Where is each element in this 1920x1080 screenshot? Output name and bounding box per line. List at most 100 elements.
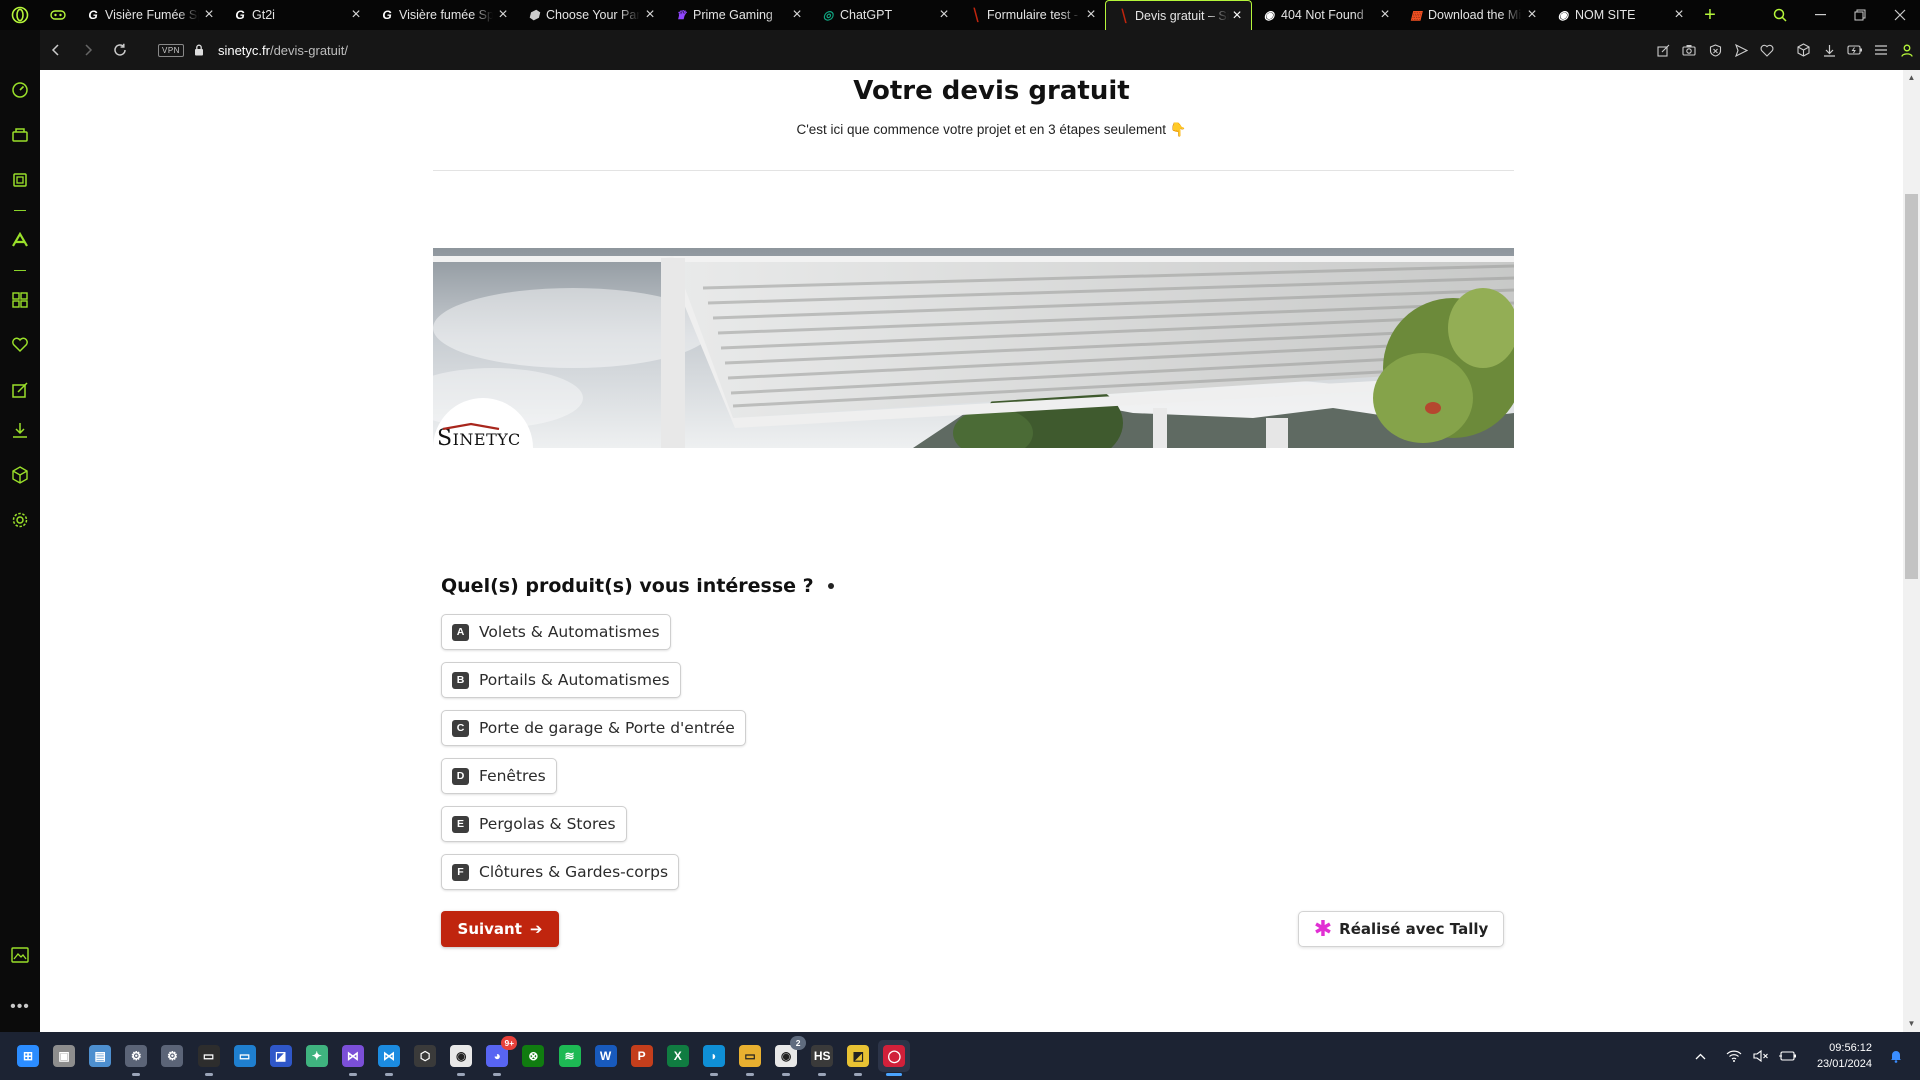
browser-tab[interactable]: ◎ ChatGPT × xyxy=(811,0,958,30)
back-button[interactable] xyxy=(40,34,72,66)
scroll-up-arrow[interactable]: ▲ xyxy=(1903,70,1920,86)
page-scrollbar[interactable]: ▲ ▼ xyxy=(1903,70,1920,1032)
tab-close-icon[interactable]: × xyxy=(1671,7,1687,23)
wallpaper-icon[interactable] xyxy=(0,940,40,970)
photos-icon[interactable]: ▤ xyxy=(84,1040,116,1072)
close-window-button[interactable] xyxy=(1880,0,1920,30)
word-icon[interactable]: W xyxy=(590,1040,622,1072)
bookmark-heart-icon[interactable] xyxy=(1754,30,1780,70)
chrome-icon[interactable]: ◉ xyxy=(445,1040,477,1076)
settings-icon[interactable]: ⚙ xyxy=(156,1040,188,1072)
vpn-badge[interactable]: VPN xyxy=(158,43,184,57)
reload-button[interactable] xyxy=(104,34,136,66)
restore-button[interactable] xyxy=(1840,0,1880,30)
clock[interactable]: 09:56:12 23/01/2024 xyxy=(1817,1040,1872,1072)
scroll-down-arrow[interactable]: ▼ xyxy=(1903,1016,1920,1032)
gx-corner-icon[interactable] xyxy=(0,120,40,150)
terminal-icon[interactable]: ▭ xyxy=(193,1040,225,1076)
xbox-icon[interactable]: ⊗ xyxy=(517,1040,549,1072)
made-with-tally-badge[interactable]: ✱ Réalisé avec Tally xyxy=(1298,911,1504,947)
show-hidden-icons[interactable] xyxy=(1689,1053,1713,1060)
battery-icon[interactable] xyxy=(1776,1050,1800,1062)
browser-tab[interactable]: G Visière Fumée Sp × xyxy=(76,0,223,30)
search-tabs-icon[interactable] xyxy=(1760,0,1800,30)
opera-gx-icon[interactable]: ◯ xyxy=(878,1040,911,1076)
more-options-icon[interactable]: ••• xyxy=(0,998,40,1016)
settings-gear-icon[interactable]: ⚙ xyxy=(120,1040,152,1076)
downloads-icon[interactable] xyxy=(1816,30,1842,70)
browser-tab[interactable]: ⬢ Choose Your Part × xyxy=(517,0,664,30)
easy-setup-icon[interactable] xyxy=(1650,30,1676,70)
powerpoint-icon[interactable]: P xyxy=(626,1040,658,1072)
windows-start-icon[interactable]: ⊞ xyxy=(12,1040,44,1072)
browser-tab[interactable]: ♛ Prime Gaming × xyxy=(664,0,811,30)
gx-control-icon[interactable] xyxy=(40,0,76,30)
product-option[interactable]: A Volets & Automatismes xyxy=(441,614,671,650)
task-view-icon[interactable]: ▣ xyxy=(48,1040,80,1072)
product-option[interactable]: B Portails & Automatismes xyxy=(441,662,681,698)
browser-tab[interactable]: G Gt2i × xyxy=(223,0,370,30)
volume-muted-icon[interactable] xyxy=(1749,1050,1773,1062)
tracker-blocker-icon[interactable] xyxy=(1702,30,1728,70)
bookmarks-heart-icon[interactable] xyxy=(0,330,40,360)
opera-menu-icon[interactable] xyxy=(0,0,40,30)
spotify-icon[interactable]: ≋ xyxy=(554,1040,586,1072)
excel-icon[interactable]: X xyxy=(662,1040,694,1072)
browser-tab[interactable]: G Visière fumée Sp × xyxy=(370,0,517,30)
new-tab-button[interactable]: + xyxy=(1697,0,1723,30)
product-option[interactable]: F Clôtures & Gardes-corps xyxy=(441,854,680,890)
tab-close-icon[interactable]: × xyxy=(1229,8,1245,24)
gx-control-speed-icon[interactable] xyxy=(0,75,40,105)
settings-gear-icon[interactable] xyxy=(0,505,40,535)
hubspot-icon[interactable]: HS xyxy=(806,1040,838,1076)
tab-close-icon[interactable]: × xyxy=(201,7,217,23)
tab-close-icon[interactable]: × xyxy=(789,7,805,23)
tab-close-icon[interactable]: × xyxy=(1083,7,1099,23)
desktop-icon[interactable]: ▭ xyxy=(229,1040,261,1072)
tab-close-icon[interactable]: × xyxy=(348,7,364,23)
battery-saver-icon[interactable] xyxy=(1842,30,1868,70)
tab-close-icon[interactable]: × xyxy=(1524,7,1540,23)
pinboard-icon[interactable] xyxy=(0,375,40,405)
tab-close-icon[interactable]: × xyxy=(1377,7,1393,23)
tab-close-icon[interactable]: × xyxy=(936,7,952,23)
app-yellow-icon[interactable]: ◩ xyxy=(842,1040,874,1076)
edge-icon[interactable]: ◗ xyxy=(698,1040,730,1076)
url-field[interactable]: sinetyc.fr/devis-gratuit/ xyxy=(218,43,348,58)
profile-icon[interactable] xyxy=(1894,30,1920,70)
send-icon[interactable] xyxy=(1728,30,1754,70)
notifications-bell-icon[interactable] xyxy=(1884,1049,1908,1063)
browser-tab[interactable]: ▦ Download the Mi × xyxy=(1399,0,1546,30)
product-option[interactable]: C Porte de garage & Porte d'entrée xyxy=(441,710,746,746)
browser-tab[interactable]: ╲ Formulaire test - × xyxy=(958,0,1105,30)
next-button[interactable]: Suivant ➔ xyxy=(441,911,559,947)
tab-close-icon[interactable]: × xyxy=(642,7,658,23)
product-option[interactable]: E Pergolas & Stores xyxy=(441,806,627,842)
tab-close-icon[interactable]: × xyxy=(495,7,511,23)
scroll-thumb[interactable] xyxy=(1905,194,1918,579)
forward-button[interactable] xyxy=(72,34,104,66)
app-green-icon[interactable]: ✦ xyxy=(301,1040,333,1072)
wifi-icon[interactable] xyxy=(1722,1050,1746,1062)
browser-tab[interactable]: ◉ NOM SITE × xyxy=(1546,0,1693,30)
lock-icon[interactable] xyxy=(194,43,206,57)
extensions-icon[interactable] xyxy=(1790,30,1816,70)
discord-icon[interactable]: ◕ 9+ xyxy=(481,1036,518,1076)
aria-ai-icon[interactable] xyxy=(0,225,40,255)
easy-setup-menu-icon[interactable] xyxy=(1868,30,1894,70)
snapshot-icon[interactable] xyxy=(1676,30,1702,70)
product-option[interactable]: D Fenêtres xyxy=(441,758,557,794)
vscode-icon[interactable]: ⋈ xyxy=(373,1040,405,1076)
unity-icon[interactable]: ⬡ xyxy=(409,1040,441,1072)
gx-cleaner-icon[interactable] xyxy=(0,165,40,195)
app-generic-icon[interactable]: ◪ xyxy=(265,1040,297,1072)
minimize-button[interactable] xyxy=(1800,0,1840,30)
browser-tab[interactable]: ◉ 404 Not Found × xyxy=(1252,0,1399,30)
speed-dial-icon[interactable] xyxy=(0,285,40,315)
downloads-sidebar-icon[interactable] xyxy=(0,415,40,445)
file-explorer-icon[interactable]: ▭ xyxy=(734,1040,766,1076)
browser-tab[interactable]: ╲ Devis gratuit – Si × xyxy=(1105,0,1252,30)
extensions-sidebar-icon[interactable] xyxy=(0,460,40,490)
visual-studio-icon[interactable]: ⋈ xyxy=(337,1040,369,1076)
chrome-profile-icon[interactable]: ◉ 2 xyxy=(770,1036,807,1076)
